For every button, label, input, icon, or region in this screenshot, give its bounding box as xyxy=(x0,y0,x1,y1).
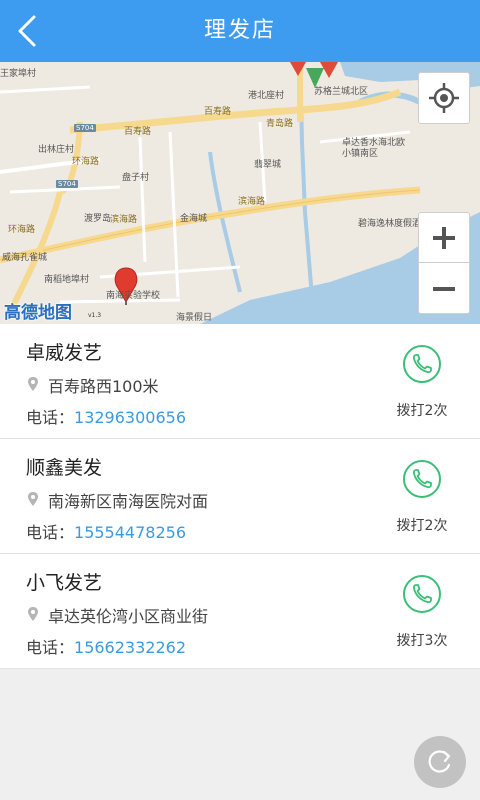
shop-address: 南海新区南海医院对面 xyxy=(48,492,209,511)
phone-number[interactable]: 13296300656 xyxy=(74,408,186,427)
zoom-controls xyxy=(418,212,470,314)
list-item[interactable]: 卓威发艺 百寿路西100米 电话：13296300656 拨打2次 xyxy=(0,324,480,439)
phone-number[interactable]: 15662332262 xyxy=(74,638,186,657)
map-road-label: 环海路 xyxy=(8,225,36,235)
list-item[interactable]: 小飞发艺 卓达英伦湾小区商业街 电话：15662332262 拨打3次 xyxy=(0,554,480,669)
refresh-button[interactable] xyxy=(414,736,466,788)
map-place-label: 苏格兰城北区 xyxy=(314,87,369,97)
map-road-code: S704 xyxy=(74,124,96,132)
phone-number[interactable]: 15554478256 xyxy=(74,523,186,542)
phone-icon xyxy=(403,460,441,498)
map-road-label: 滨海路 xyxy=(238,197,266,207)
map-place-label: 王家埠村 xyxy=(0,69,37,79)
map-place-label: 卓达香水海北欧小镇南区 xyxy=(342,138,406,159)
list-item[interactable]: 顺鑫美发 南海新区南海医院对面 电话：15554478256 拨打2次 xyxy=(0,439,480,554)
page-title: 理发店 xyxy=(203,18,276,43)
shop-address: 百寿路西100米 xyxy=(48,377,159,396)
phone-icon xyxy=(403,345,441,383)
call-count: 拨打3次 xyxy=(396,633,448,649)
shop-list: 卓威发艺 百寿路西100米 电话：13296300656 拨打2次 顺鑫美发 南… xyxy=(0,324,480,669)
map-road-label: 滨海路 xyxy=(110,215,138,225)
map-place-label: 威海孔雀城 xyxy=(2,253,48,263)
map-place-label: 海景假日 xyxy=(176,313,213,323)
call-button[interactable]: 拨打3次 xyxy=(382,574,462,654)
crosshair-icon xyxy=(429,83,459,113)
plus-icon xyxy=(433,227,455,249)
map-place-label: 南稻地埠村 xyxy=(44,275,90,285)
map-place-label: 港北座村 xyxy=(248,91,285,101)
phone-label: 电话： xyxy=(26,638,75,657)
location-pin-icon xyxy=(28,377,38,391)
call-count: 拨打2次 xyxy=(396,518,448,534)
map-place-label: 渡罗岛 xyxy=(84,214,112,224)
call-button[interactable]: 拨打2次 xyxy=(382,459,462,539)
shop-phone-row: 电话：15554478256 xyxy=(26,519,186,543)
phone-label: 电话： xyxy=(26,523,75,542)
app-header: 理发店 xyxy=(0,0,480,62)
zoom-in-button[interactable] xyxy=(419,213,469,263)
map-place-label: 出林庄村 xyxy=(38,145,75,155)
phone-label: 电话： xyxy=(26,408,75,427)
map-logo: 高德地图 xyxy=(4,303,72,323)
map-version: v1.3 xyxy=(88,312,102,319)
map-road-label: 百寿路 xyxy=(124,127,152,137)
shop-address: 卓达英伦湾小区商业街 xyxy=(48,607,209,626)
shop-name: 顺鑫美发 xyxy=(26,457,103,479)
minus-icon xyxy=(433,287,455,291)
shop-name: 小飞发艺 xyxy=(26,572,103,594)
map-place-label: 南海实验学校 xyxy=(106,291,161,301)
map-road-code: S704 xyxy=(56,180,78,188)
location-pin-icon xyxy=(28,492,38,506)
shop-phone-row: 电话：13296300656 xyxy=(26,404,186,428)
map-place-label: 金海城 xyxy=(180,214,208,224)
shop-phone-row: 电话：15662332262 xyxy=(26,634,186,658)
phone-icon xyxy=(403,575,441,613)
map-road-label: 环海路 xyxy=(72,157,100,167)
map-road-label: 青岛路 xyxy=(266,119,294,129)
map-place-label: 翡翠城 xyxy=(254,160,282,170)
zoom-out-button[interactable] xyxy=(419,264,469,314)
locate-button[interactable] xyxy=(418,72,470,124)
location-pin-icon xyxy=(28,607,38,621)
map-place-label: 盘子村 xyxy=(122,173,150,183)
call-button[interactable]: 拨打2次 xyxy=(382,344,462,424)
refresh-icon xyxy=(428,750,451,773)
map-view[interactable]: 王家埠村 港北座村 苏格兰城北区 卓达香水海北欧小镇南区 出林庄村 翡翠城 盘子… xyxy=(0,62,480,324)
map-road-label: 百寿路 xyxy=(204,107,232,117)
call-count: 拨打2次 xyxy=(396,403,448,419)
shop-name: 卓威发艺 xyxy=(26,342,103,364)
